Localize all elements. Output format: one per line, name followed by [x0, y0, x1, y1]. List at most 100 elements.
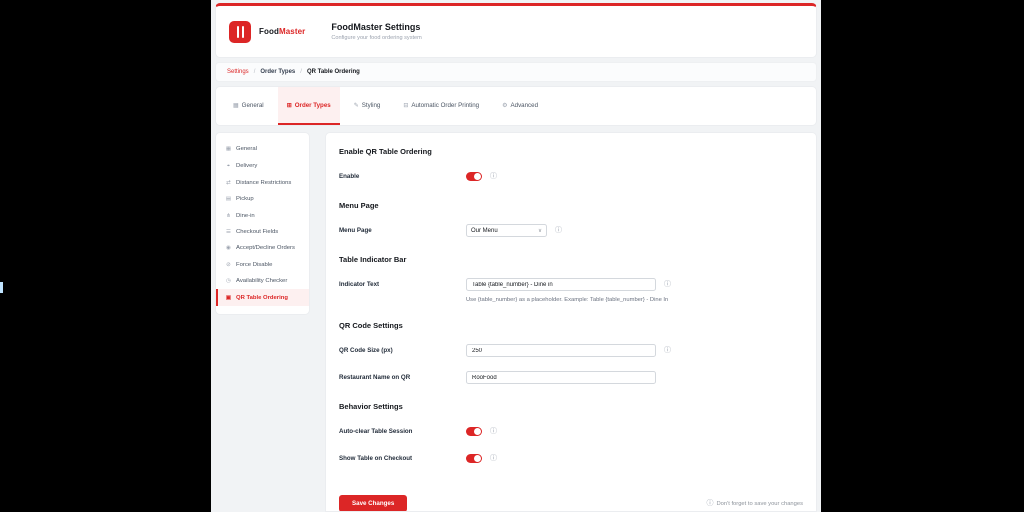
breadcrumb-separator: /	[300, 69, 302, 75]
qr-table-ordering-panel: Enable QR Table Ordering Enable ⓘ Menu P…	[325, 132, 817, 512]
qr-code-size-input[interactable]	[466, 344, 656, 357]
sidebar-item-checkout-fields[interactable]: ☰ Checkout Fields	[216, 224, 309, 240]
truck-icon: ⇄	[226, 179, 231, 186]
breadcrumb-current: QR Table Ordering	[306, 69, 360, 75]
viewport-edge-marker	[0, 282, 3, 293]
sidebar-item-general[interactable]: ▦ General	[216, 141, 309, 157]
sidebar-item-label: Accept/Decline Orders	[236, 245, 295, 252]
breadcrumb-separator: /	[253, 69, 256, 75]
header-title-block: FoodMaster Settings Configure your food …	[331, 22, 421, 41]
field-menu-page: Menu Page Our Menu ∨ ⓘ	[339, 224, 803, 237]
pin-icon: ⌖	[226, 162, 231, 169]
utensils-icon	[241, 25, 244, 38]
wrench-icon: ⚙	[502, 102, 508, 109]
tab-label: Advanced	[510, 101, 539, 109]
grid-icon: ▦	[225, 146, 232, 153]
sidebar-item-label: Checkout Fields	[236, 229, 279, 236]
info-icon[interactable]: ⓘ	[555, 227, 562, 234]
section-title-behavior-settings: Behavior Settings	[339, 402, 403, 411]
sidebar-item-label: Distance Restrictions	[236, 179, 292, 186]
section-title-qr-code-settings: QR Code Settings	[339, 321, 403, 330]
utensils-icon	[236, 25, 239, 38]
tab-label: Automatic Order Printing	[411, 101, 480, 109]
sidebar-item-label: Availability Checker	[236, 278, 288, 285]
field-label: Restaurant Name on QR	[339, 374, 411, 381]
sidebar-item-label: QR Table Ordering	[236, 294, 288, 301]
field-auto-clear: Auto-clear Table Session ⓘ	[339, 425, 803, 438]
tab-automatic-order-printing[interactable]: ⊟ Automatic Order Printing	[394, 87, 488, 125]
save-reminder: ⓘ Don't forget to save your changes	[706, 500, 803, 507]
tab-general[interactable]: ▦ General	[224, 87, 273, 125]
sidebar-item-force-disable[interactable]: ⊘ Force Disable	[216, 257, 309, 273]
field-label: Menu Page	[339, 227, 372, 234]
clock-icon: ◷	[226, 278, 231, 285]
brush-icon: ✎	[353, 102, 359, 109]
breadcrumb-order-types[interactable]: Order Types	[260, 69, 295, 75]
cart-icon: ⊞	[286, 102, 292, 109]
indicator-helper-text: Use {table_number} as a placeholder. Exa…	[466, 297, 669, 303]
sidebar-item-qr-table-ordering[interactable]: ▣ QR Table Ordering	[216, 289, 309, 306]
tab-label: General	[241, 101, 264, 109]
tab-order-types[interactable]: ⊞ Order Types	[277, 87, 340, 125]
breadcrumb: Settings / Order Types / QR Table Orderi…	[215, 62, 817, 82]
sidebar-item-label: Dine-in	[236, 212, 255, 219]
qr-code-icon: ▣	[225, 294, 232, 301]
field-label: Indicator Text	[339, 281, 380, 288]
panel-footer: Save Changes ⓘ Don't forget to save your…	[339, 495, 803, 511]
field-label: Auto-clear Table Session	[339, 428, 413, 435]
settings-tabs: ▦ General ⊞ Order Types ✎ Styling ⊟ Auto…	[215, 86, 817, 126]
info-icon[interactable]: ⓘ	[664, 281, 671, 288]
breadcrumb-settings[interactable]: Settings	[227, 69, 249, 75]
page-title: FoodMaster Settings	[331, 22, 421, 32]
chevron-down-icon: ∨	[537, 227, 542, 234]
app-header: FoodMaster FoodMaster Settings Configure…	[215, 3, 817, 58]
field-show-table: Show Table on Checkout ⓘ	[339, 452, 803, 465]
restaurant-name-input[interactable]	[466, 371, 656, 384]
sidebar-item-distance-restrictions[interactable]: ⇄ Distance Restrictions	[216, 175, 309, 191]
page-subtitle: Configure your food ordering system	[331, 35, 422, 41]
tab-advanced[interactable]: ⚙ Advanced	[493, 87, 547, 125]
utensils-icon: ⋔	[226, 212, 231, 219]
save-reminder-text: Don't forget to save your changes	[716, 500, 803, 507]
sidebar-item-accept-decline-orders[interactable]: ◉ Accept/Decline Orders	[216, 240, 309, 256]
info-icon[interactable]: ⓘ	[490, 173, 497, 180]
field-label: QR Code Size (px)	[339, 347, 393, 354]
tab-styling[interactable]: ✎ Styling	[345, 87, 390, 125]
section-title-table-indicator-bar: Table Indicator Bar	[339, 255, 407, 264]
check-circle-icon: ◉	[226, 245, 231, 252]
menu-page-select[interactable]: Our Menu ∨	[466, 224, 547, 237]
field-enable: Enable ⓘ	[339, 170, 803, 183]
section-title-enable-qr: Enable QR Table Ordering	[339, 147, 432, 156]
section-title-menu-page: Menu Page	[339, 201, 379, 210]
sidebar-item-delivery[interactable]: ⌖ Delivery	[216, 157, 309, 174]
auto-clear-toggle[interactable]	[466, 427, 482, 436]
list-icon: ☰	[225, 229, 231, 236]
settings-sidebar: ▦ General ⌖ Delivery ⇄ Distance Restrict…	[215, 132, 310, 315]
power-icon: ⊘	[226, 261, 231, 268]
field-qr-code-size: QR Code Size (px) ⓘ	[339, 344, 803, 357]
bag-icon: ▤	[225, 196, 232, 203]
printer-icon: ⊟	[403, 102, 409, 109]
enable-toggle[interactable]	[466, 172, 482, 181]
info-icon[interactable]: ⓘ	[490, 455, 497, 462]
field-label: Enable	[339, 173, 360, 180]
field-restaurant-name: Restaurant Name on QR	[339, 371, 803, 384]
sidebar-item-label: Force Disable	[236, 261, 273, 268]
sidebar-item-label: General	[236, 146, 257, 153]
info-icon[interactable]: ⓘ	[664, 347, 671, 354]
sidebar-item-pickup[interactable]: ▤ Pickup	[216, 191, 309, 207]
show-table-toggle[interactable]	[466, 454, 482, 463]
field-indicator-text: Indicator Text ⓘ	[339, 278, 803, 291]
info-icon: ⓘ	[706, 500, 714, 507]
selected-option: Our Menu	[471, 227, 498, 234]
tab-label: Styling	[361, 101, 381, 109]
sidebar-item-label: Delivery	[236, 163, 258, 170]
sidebar-item-availability-checker[interactable]: ◷ Availability Checker	[216, 273, 309, 289]
sidebar-item-label: Pickup	[236, 196, 254, 203]
foodmaster-logo	[229, 20, 251, 43]
field-label: Show Table on Checkout	[339, 455, 413, 462]
sidebar-item-dine-in[interactable]: ⋔ Dine-in	[216, 208, 309, 224]
save-changes-button[interactable]: Save Changes	[339, 495, 408, 511]
info-icon[interactable]: ⓘ	[490, 428, 497, 435]
indicator-text-input[interactable]	[466, 278, 656, 291]
